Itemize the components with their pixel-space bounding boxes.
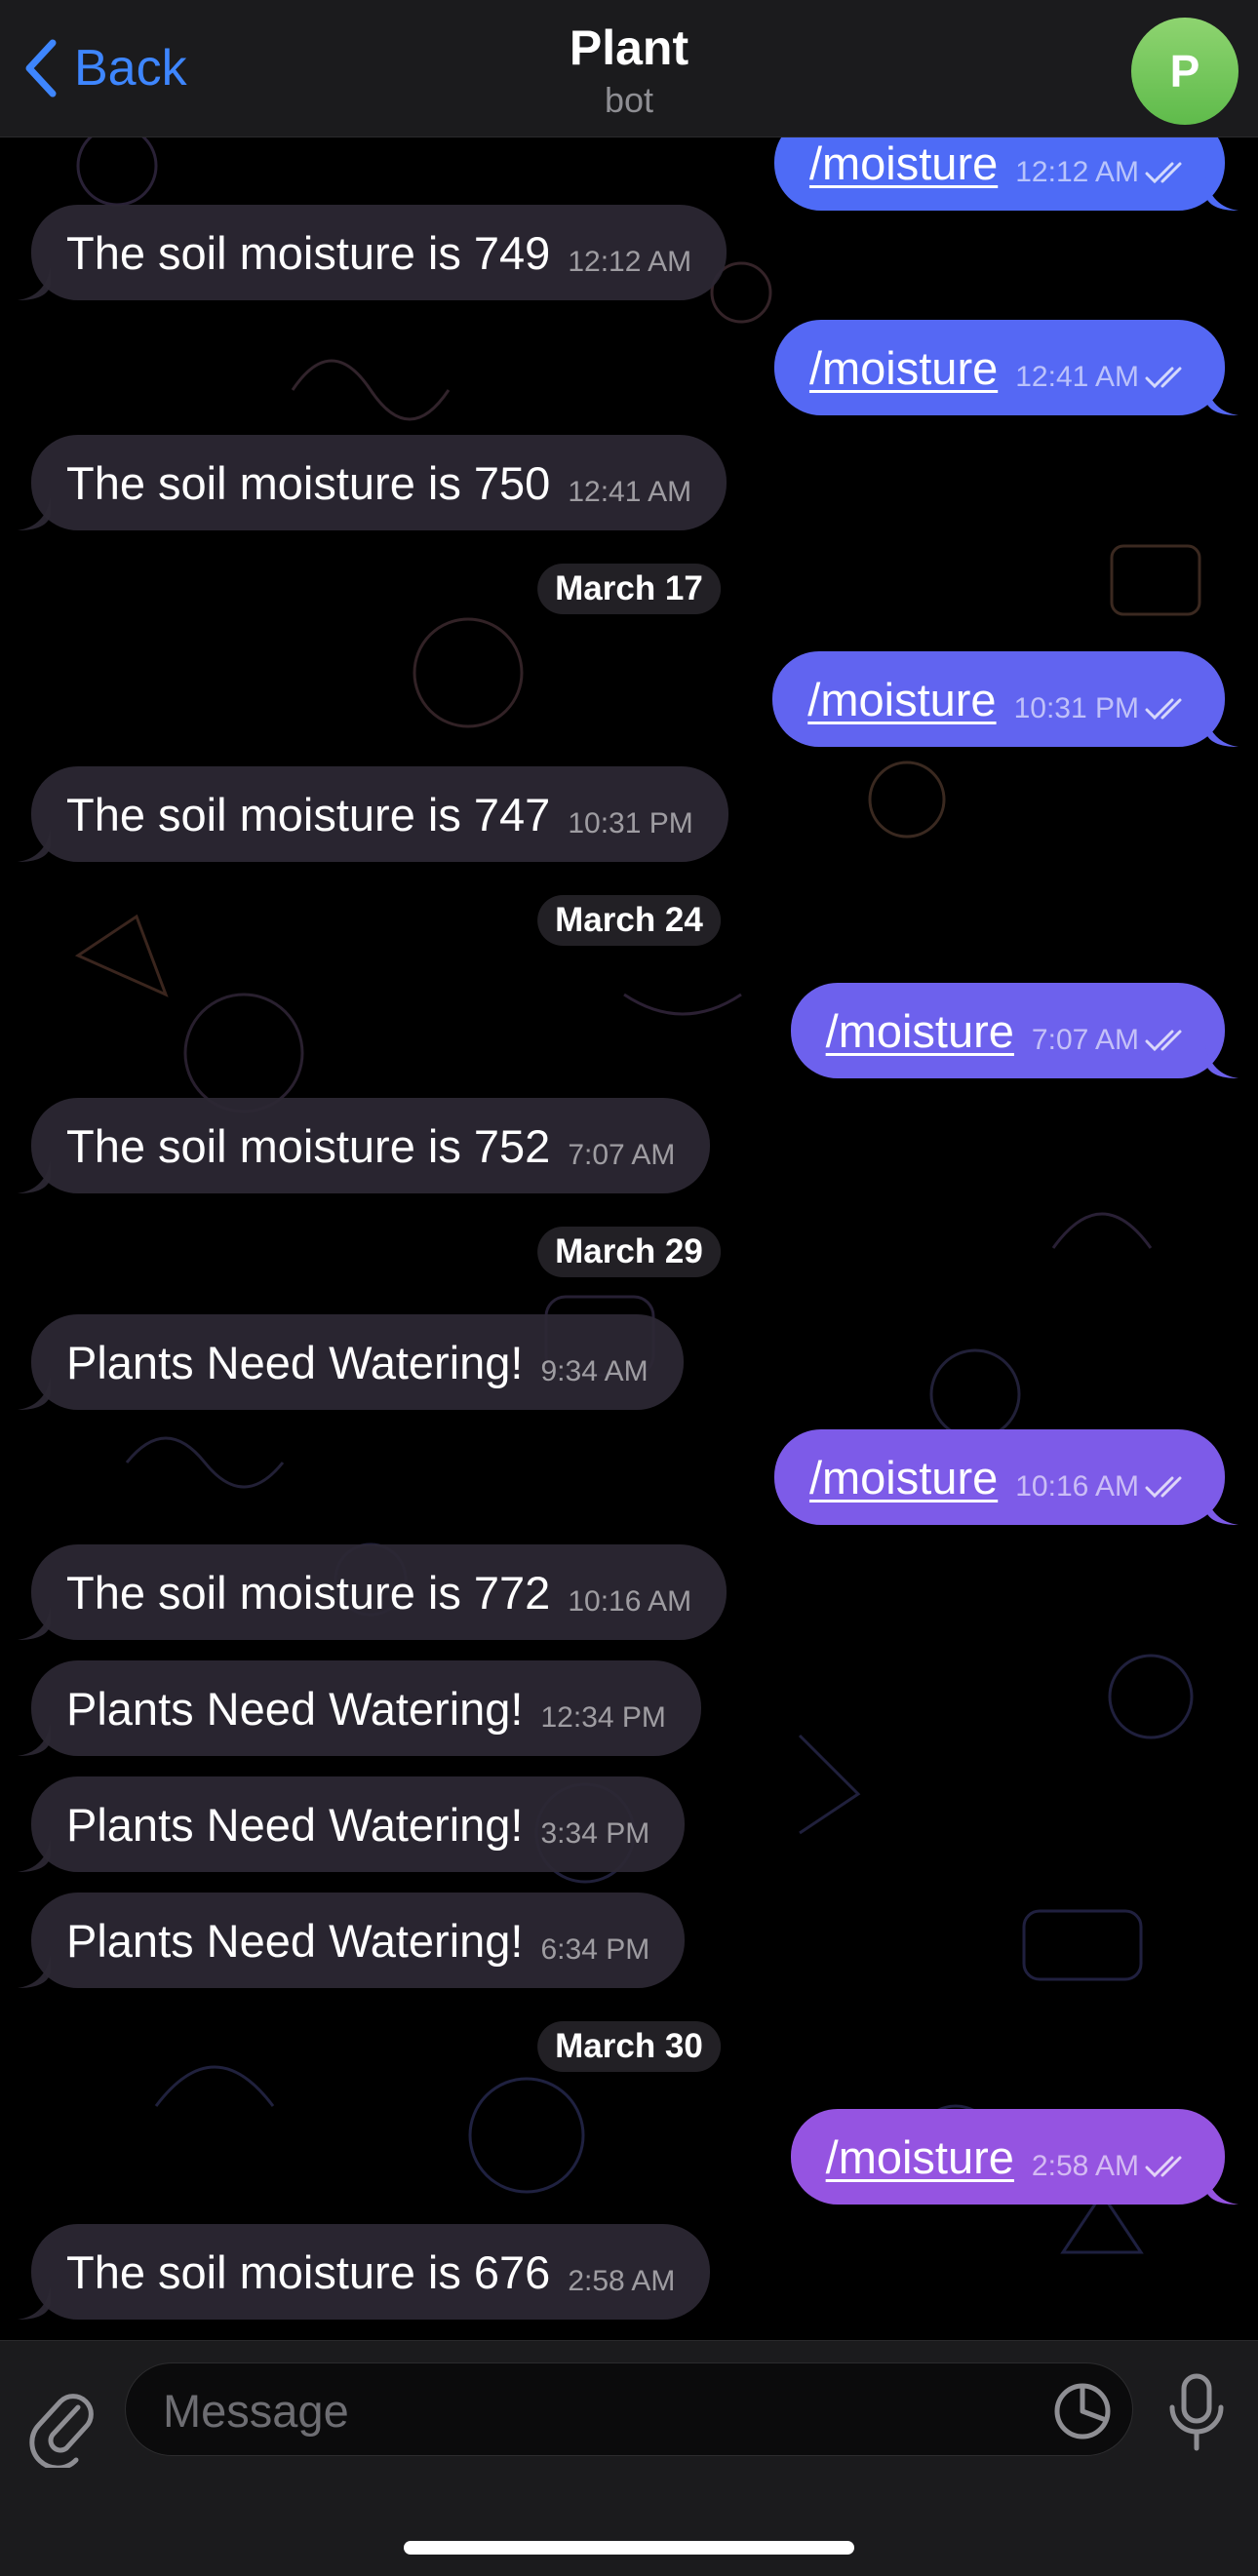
bubble-tail — [18, 1607, 51, 1640]
bubble-tail — [1205, 2171, 1238, 2205]
message-text: Plants Need Watering! — [66, 1914, 524, 1967]
incoming-message[interactable]: The soil moisture is 749 12:12 AM — [18, 205, 727, 300]
microphone-icon[interactable] — [1166, 2372, 1227, 2452]
bubble-tail — [18, 267, 51, 300]
avatar[interactable]: P — [1131, 18, 1238, 125]
message-time: 10:16 AM — [568, 1585, 692, 1618]
bubble-tail — [1205, 1492, 1238, 1525]
message-time: 12:12 AM — [1015, 156, 1139, 188]
incoming-message[interactable]: The soil moisture is 772 10:16 AM — [18, 1544, 727, 1640]
bubble-tail — [1205, 177, 1238, 211]
bubble-tail — [18, 1723, 51, 1756]
message-time: 12:41 AM — [568, 476, 692, 508]
incoming-message[interactable]: Plants Need Watering! 6:34 PM — [18, 1893, 686, 1988]
command-link[interactable]: /moisture — [809, 345, 998, 391]
bubble-tail — [18, 1377, 51, 1410]
message-time: 6:34 PM — [540, 1933, 650, 1966]
date-separator: March 30 — [537, 2021, 721, 2072]
message-text: The soil moisture is 749 — [66, 226, 551, 279]
home-indicator — [404, 2541, 854, 2555]
command-link[interactable]: /moisture — [809, 1455, 998, 1501]
sticker-icon[interactable] — [1052, 2381, 1113, 2441]
message-list[interactable]: /moisture 12:12 AM The soil moisture is 74… — [0, 0, 1258, 2340]
message-time: 2:58 AM — [1031, 2150, 1139, 2182]
message-time: 3:34 PM — [540, 1817, 650, 1850]
read-checkmarks-icon — [1145, 367, 1182, 389]
message-time: 2:58 AM — [568, 2265, 676, 2297]
message-text: The soil moisture is 747 — [66, 788, 551, 840]
message-time: 10:16 AM — [1015, 1470, 1139, 1503]
message-time: 12:12 AM — [568, 246, 692, 278]
message-field[interactable] — [125, 2362, 1133, 2457]
command-link[interactable]: /moisture — [826, 2134, 1014, 2180]
message-time: 7:07 AM — [568, 1139, 676, 1171]
incoming-message[interactable]: Plants Need Watering! 9:34 AM — [18, 1314, 684, 1410]
message-text: Plants Need Watering! — [66, 1682, 524, 1735]
incoming-message[interactable]: The soil moisture is 676 2:58 AM — [18, 2224, 711, 2320]
date-separator: March 17 — [537, 564, 721, 614]
bubble-tail — [1205, 382, 1238, 415]
command-link[interactable]: /moisture — [809, 140, 998, 186]
message-text: Plants Need Watering! — [66, 1798, 524, 1851]
date-separator: March 24 — [537, 895, 721, 946]
command-link[interactable]: /moisture — [807, 677, 996, 722]
incoming-message[interactable]: Plants Need Watering! 12:34 PM — [18, 1660, 701, 1756]
read-checkmarks-icon — [1145, 162, 1182, 184]
message-text: The soil moisture is 772 — [66, 1566, 551, 1619]
outgoing-message[interactable]: /moisture 12:41 AM — [773, 320, 1238, 415]
bubble-tail — [1205, 1045, 1238, 1078]
outgoing-message[interactable]: /moisture 10:31 PM — [772, 651, 1238, 747]
chat-title[interactable]: Plant — [0, 20, 1258, 76]
paperclip-icon[interactable] — [27, 2380, 96, 2468]
read-checkmarks-icon — [1145, 1030, 1182, 1052]
outgoing-message[interactable]: /moisture 7:07 AM — [790, 983, 1238, 1078]
bubble-tail — [18, 1955, 51, 1988]
message-text: Plants Need Watering! — [66, 1336, 524, 1388]
message-input[interactable] — [161, 2363, 1023, 2457]
date-separator: March 29 — [537, 1227, 721, 1277]
outgoing-message[interactable]: /moisture 10:16 AM — [773, 1429, 1238, 1525]
message-time: 9:34 AM — [540, 1355, 649, 1387]
bubble-tail — [18, 497, 51, 530]
message-text: The soil moisture is 752 — [66, 1119, 551, 1172]
bubble-tail — [18, 1160, 51, 1193]
incoming-message[interactable]: The soil moisture is 752 7:07 AM — [18, 1098, 711, 1193]
incoming-message[interactable]: The soil moisture is 747 10:31 PM — [18, 766, 728, 862]
read-checkmarks-icon — [1145, 2156, 1182, 2178]
bubble-tail — [18, 829, 51, 862]
message-time: 10:31 PM — [1013, 692, 1139, 724]
message-time: 7:07 AM — [1031, 1024, 1139, 1056]
message-text: The soil moisture is 676 — [66, 2245, 551, 2298]
bubble-tail — [1205, 714, 1238, 747]
chat-subtitle: bot — [604, 80, 654, 120]
avatar-letter: P — [1169, 46, 1200, 97]
chat-header: Back Plant bot P — [0, 0, 1258, 137]
command-link[interactable]: /moisture — [826, 1008, 1014, 1054]
message-time: 12:41 AM — [1015, 361, 1139, 393]
message-text: The soil moisture is 750 — [66, 456, 551, 509]
incoming-message[interactable]: The soil moisture is 750 12:41 AM — [18, 435, 727, 530]
read-checkmarks-icon — [1145, 698, 1182, 721]
read-checkmarks-icon — [1145, 1476, 1182, 1499]
bubble-tail — [18, 2286, 51, 2320]
outgoing-message[interactable]: /moisture 2:58 AM — [790, 2109, 1238, 2205]
incoming-message[interactable]: Plants Need Watering! 3:34 PM — [18, 1776, 686, 1872]
message-time: 10:31 PM — [568, 807, 693, 839]
composer-bar — [0, 2340, 1258, 2576]
bubble-tail — [18, 1839, 51, 1872]
message-time: 12:34 PM — [540, 1701, 666, 1734]
